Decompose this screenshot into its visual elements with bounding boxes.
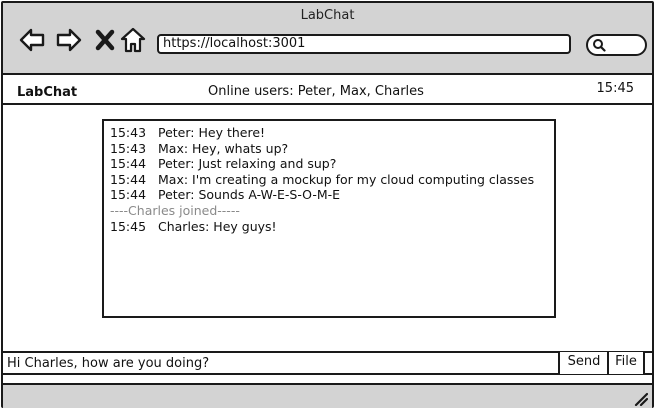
browser-window: LabChat https://localhost:3001 LabChat O… <box>1 1 654 408</box>
online-users-label: Online users: Peter, Max, Charles <box>208 84 424 99</box>
url-input[interactable]: https://localhost:3001 <box>157 34 571 54</box>
message-time: 15:44 <box>110 156 147 172</box>
message-text: Peter: Just relaxing and sup? <box>158 156 337 172</box>
file-button[interactable]: File <box>607 352 645 374</box>
chat-message-list[interactable]: 15:43 Peter: Hey there! 15:43 Max: Hey, wh… <box>102 119 556 318</box>
message-input[interactable]: Hi Charles, how are you doing? <box>7 356 552 372</box>
message-time: 15:45 <box>110 218 147 234</box>
chat-message: 15:44 Peter: Sounds A-W-E-S-O-M-E <box>110 187 548 203</box>
back-arrow-icon[interactable] <box>18 26 46 54</box>
send-button[interactable]: Send <box>558 352 608 374</box>
message-time: 15:44 <box>110 171 147 187</box>
user-joined-notice: ----Charles joined----- <box>110 202 240 218</box>
message-text: Max: I'm creating a mockup for my cloud … <box>158 171 535 187</box>
app-header: LabChat Online users: Peter, Max, Charle… <box>3 75 652 105</box>
status-bar <box>3 383 652 408</box>
search-icon <box>593 39 606 52</box>
browser-search-field[interactable] <box>586 34 647 56</box>
chat-message: 15:43 Peter: Hey there! <box>110 125 548 141</box>
message-text: Peter: Hey there! <box>158 125 266 140</box>
message-time: 15:43 <box>110 140 147 156</box>
app-title: LabChat <box>17 85 78 100</box>
message-text: Charles: Hey guys! <box>158 218 277 234</box>
message-text: Peter: Sounds A-W-E-S-O-M-E <box>158 187 341 203</box>
chat-message: 15:45 Charles: Hey guys! <box>110 219 548 235</box>
message-text: Max: Hey, whats up? <box>158 140 289 156</box>
resize-grip-icon[interactable] <box>632 390 648 406</box>
browser-chrome: LabChat https://localhost:3001 <box>3 3 652 75</box>
message-time: 15:43 <box>110 125 147 140</box>
home-icon[interactable] <box>119 26 147 54</box>
message-composer: Hi Charles, how are you doing? Send File <box>3 351 652 375</box>
chat-message: 15:43 Max: Hey, whats up? <box>110 141 548 157</box>
stop-x-icon[interactable] <box>91 26 115 54</box>
chat-message: 15:44 Peter: Just relaxing and sup? <box>110 156 548 172</box>
forward-arrow-icon[interactable] <box>55 26 83 54</box>
chat-message: 15:44 Max: I'm creating a mockup for my c… <box>110 172 548 188</box>
message-time: 15:44 <box>110 187 147 203</box>
window-title: LabChat <box>300 8 355 23</box>
current-time: 15:45 <box>596 81 634 96</box>
